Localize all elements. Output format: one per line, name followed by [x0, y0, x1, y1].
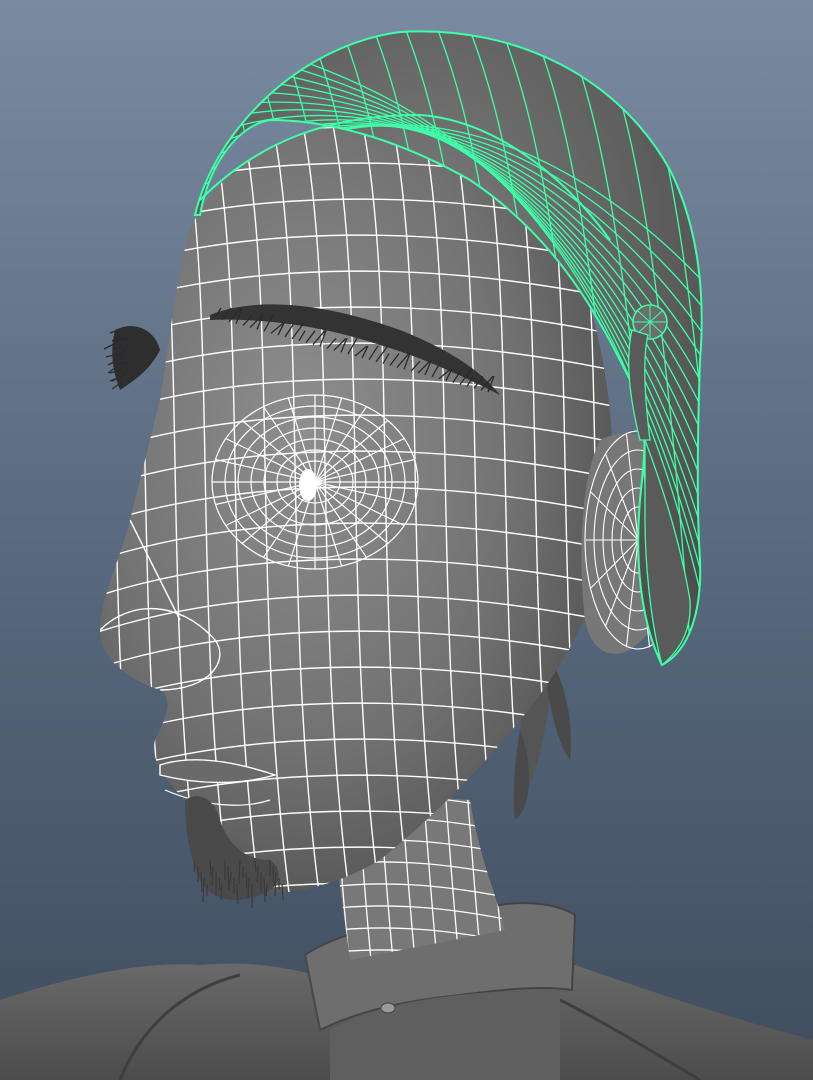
model-scene[interactable] — [0, 0, 813, 1080]
maya-viewport[interactable] — [0, 0, 813, 1080]
cap-wire-col — [689, 31, 702, 666]
head-wire-col — [100, 120, 141, 894]
eye-highlight — [299, 469, 317, 501]
eye-mesh[interactable] — [211, 394, 419, 570]
